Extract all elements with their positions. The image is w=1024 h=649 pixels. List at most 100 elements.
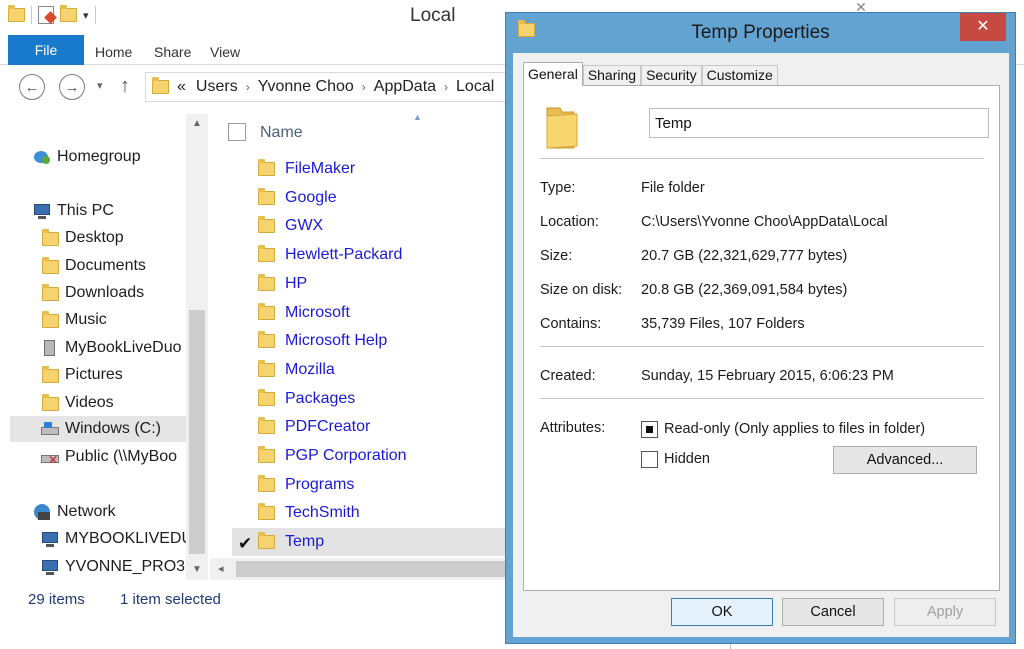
scroll-left-icon[interactable]: ◂ [218, 562, 224, 575]
status-selected-count: 1 item selected [120, 591, 221, 608]
nav-mybooklivedu[interactable]: MYBOOKLIVEDU [40, 526, 186, 552]
tab-customize[interactable]: Customize [701, 65, 778, 85]
breadcrumb-yvonne-choo[interactable]: Yvonne Choo [258, 78, 354, 96]
file-row[interactable]: PGP Corporation [232, 442, 510, 470]
ok-button[interactable]: OK [671, 598, 773, 626]
breadcrumb-appdata[interactable]: AppData [374, 78, 436, 96]
folder-icon [258, 417, 275, 435]
nav-scrollbar[interactable]: ▲ ▼ [186, 114, 208, 580]
location-label: Location: [540, 214, 599, 230]
tab-general[interactable]: General [523, 62, 583, 86]
nav-this-pc[interactable]: This PC [32, 198, 114, 224]
recent-locations-button[interactable]: ▾ [97, 79, 103, 92]
file-name: Microsoft Help [285, 332, 388, 350]
nav-scroll-thumb[interactable] [189, 310, 205, 554]
chevron-right-icon[interactable]: › [362, 80, 366, 94]
file-row[interactable]: Mozilla [232, 356, 510, 384]
nav-mybookliveduo[interactable]: MyBookLiveDuo [40, 335, 182, 361]
file-row[interactable]: ✔ Temp [232, 528, 510, 557]
file-row[interactable]: TechSmith [232, 499, 510, 527]
nav-network[interactable]: Network [32, 499, 116, 525]
status-item-count: 29 items [28, 591, 85, 608]
horizontal-scrollbar[interactable]: ◂ [210, 558, 516, 580]
file-row[interactable]: Microsoft Help [232, 327, 510, 355]
music-folder-icon [40, 310, 60, 330]
file-row[interactable]: Microsoft [232, 299, 510, 327]
contains-value: 35,739 Files, 107 Folders [641, 316, 805, 332]
nav-label: Music [65, 311, 107, 328]
hidden-checkbox[interactable] [641, 451, 658, 468]
tab-view[interactable]: View [210, 44, 240, 60]
nav-label: Homegroup [57, 148, 141, 165]
file-name: GWX [285, 217, 324, 235]
readonly-checkbox[interactable] [641, 421, 658, 438]
breadcrumb-local[interactable]: Local [456, 78, 494, 96]
homegroup-icon [32, 147, 52, 167]
properties-icon[interactable] [38, 6, 57, 24]
up-button[interactable]: ↑ [120, 75, 130, 98]
row-checkbox-checked-icon[interactable]: ✔ [238, 534, 252, 554]
select-all-checkbox[interactable] [228, 123, 246, 141]
file-row[interactable]: GWX [232, 212, 510, 240]
nav-label: This PC [57, 202, 114, 219]
nav-homegroup[interactable]: Homegroup [32, 144, 141, 170]
apply-button[interactable]: Apply [894, 598, 996, 626]
nav-desktop[interactable]: Desktop [40, 225, 124, 251]
customize-toolbar-icon[interactable]: ▾ [83, 9, 89, 22]
nav-label: MyBookLiveDuo [65, 339, 182, 356]
file-row[interactable]: Programs [232, 471, 510, 499]
tab-share[interactable]: Share [154, 44, 191, 60]
nav-music[interactable]: Music [40, 307, 107, 333]
file-name: HP [285, 274, 308, 292]
nav-yvonne-pro3[interactable]: YVONNE_PRO3 [40, 554, 185, 580]
file-row[interactable]: FileMaker [232, 155, 510, 183]
scroll-up-icon[interactable]: ▲ [192, 118, 202, 129]
nav-videos[interactable]: Videos [40, 390, 114, 416]
file-row[interactable]: Hewlett-Packard [232, 241, 510, 269]
file-row[interactable]: HP [232, 270, 510, 298]
forward-button[interactable]: → [59, 74, 85, 100]
folder-name-field[interactable] [649, 108, 989, 138]
nav-label: Videos [65, 394, 114, 411]
chevron-right-icon[interactable]: › [444, 80, 448, 94]
desktop-folder-icon [40, 228, 60, 248]
advanced-button[interactable]: Advanced... [833, 446, 977, 474]
address-bar[interactable]: « Users › Yvonne Choo › AppData › Local [145, 72, 565, 102]
breadcrumb-users[interactable]: Users [196, 78, 238, 96]
close-button[interactable]: ✕ [960, 13, 1006, 41]
nav-label: Pictures [65, 366, 123, 383]
file-row[interactable]: Google [232, 184, 510, 212]
network-icon [32, 502, 52, 522]
folder-icon [258, 503, 275, 521]
sort-ascending-icon: ▲ [413, 114, 422, 122]
file-row[interactable]: Packages [232, 385, 510, 413]
column-header-name[interactable]: Name [260, 124, 303, 142]
tab-sharing[interactable]: Sharing [582, 65, 642, 85]
cancel-button[interactable]: Cancel [782, 598, 884, 626]
file-row[interactable]: PDFCreator [232, 413, 510, 441]
size-on-disk-value: 20.8 GB (22,369,091,584 bytes) [641, 282, 848, 298]
nav-downloads[interactable]: Downloads [40, 280, 144, 306]
folder-icon [258, 187, 275, 205]
chevron-right-icon[interactable]: › [246, 80, 250, 94]
attributes-label: Attributes: [540, 420, 606, 436]
breadcrumb-overflow[interactable]: « [177, 78, 186, 96]
horizontal-scroll-thumb[interactable] [236, 561, 516, 577]
nav-pictures[interactable]: Pictures [40, 362, 123, 388]
nav-windows-c[interactable]: Windows (C:) [10, 416, 186, 442]
folder-icon [258, 532, 275, 550]
downloads-folder-icon [40, 283, 60, 303]
tab-file[interactable]: File [8, 35, 84, 65]
back-button[interactable]: ← [19, 74, 45, 100]
size-value: 20.7 GB (22,321,629,777 bytes) [641, 248, 848, 264]
scroll-down-icon[interactable]: ▼ [192, 564, 202, 575]
nav-public[interactable]: ✕ Public (\\MyBoo [40, 444, 177, 470]
location-value: C:\Users\Yvonne Choo\AppData\Local [641, 214, 888, 230]
new-folder-icon[interactable] [60, 5, 77, 22]
file-list: ▲ Name FileMaker Google GWX Hewlett-Packard… [210, 114, 510, 580]
nav-documents[interactable]: Documents [40, 253, 146, 279]
large-folder-icon [544, 104, 578, 149]
nav-label: MYBOOKLIVEDU [65, 530, 186, 547]
tab-home[interactable]: Home [95, 44, 132, 60]
tab-security[interactable]: Security [641, 65, 702, 85]
